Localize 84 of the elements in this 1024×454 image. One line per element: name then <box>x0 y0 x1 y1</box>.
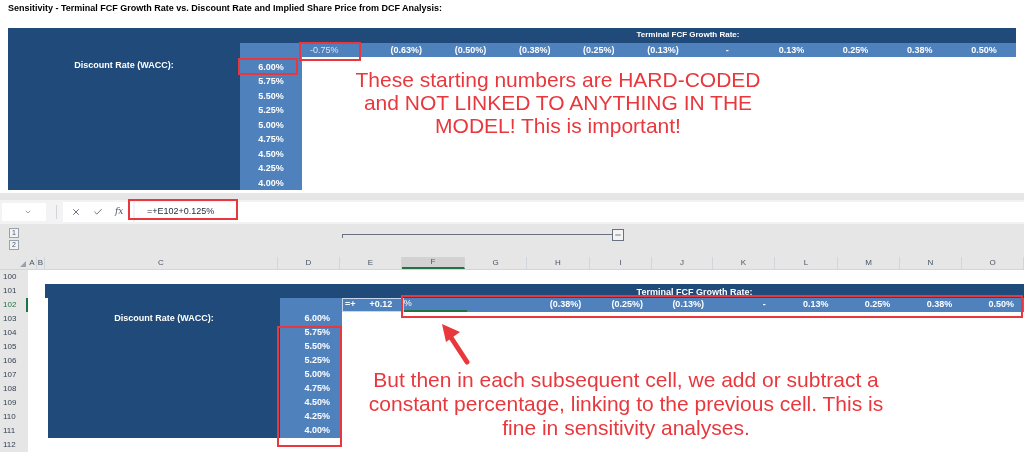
table-cell: - <box>713 298 776 312</box>
table-cell-text: (0.25%) <box>583 43 615 57</box>
table-cell-text: -0.75% <box>310 43 339 57</box>
column-header[interactable]: L <box>775 257 838 269</box>
row-number[interactable]: 106 <box>0 354 28 368</box>
table-cell-text: 0.50% <box>971 43 997 57</box>
table-cell-text: 4.75% <box>258 133 284 146</box>
column-header[interactable]: K <box>713 257 775 269</box>
table-cell-text: (0.13%) <box>647 43 679 57</box>
row-number[interactable]: 100 <box>0 270 28 284</box>
table-cell: 4.25% <box>280 410 342 424</box>
table-cell: 4.00% <box>280 424 342 438</box>
table-cell-text: 6.00% <box>258 60 284 74</box>
table-cell-text: 5.50% <box>258 89 284 103</box>
annotation-text: These starting numbers are HARD-CODED and NOT LINKED TO ANYTHING IN THE MODEL! This is important! <box>354 67 762 137</box>
table-cell: 5.25% <box>280 354 342 368</box>
table-cell: 4.50% <box>280 396 342 410</box>
table-cell: 0.13% <box>775 298 839 312</box>
table-cell: 0.50% <box>962 298 1024 312</box>
table-cell-text: (0.50%) <box>454 43 487 57</box>
table-cell-text: 4.00% <box>258 176 284 190</box>
table-cell-text: 0.13% <box>778 43 805 57</box>
column-header[interactable]: H <box>527 257 590 269</box>
column-header[interactable]: J <box>652 257 713 269</box>
highlight-box <box>238 58 298 75</box>
table-cell: 0.38% <box>900 298 963 312</box>
table-cell <box>280 298 342 312</box>
row-number[interactable]: 107 <box>0 368 28 382</box>
table-cell: 5.00% <box>280 368 342 382</box>
row-number[interactable]: 111 <box>0 424 28 438</box>
column-header[interactable]: C <box>45 257 278 269</box>
row-number[interactable]: 101 <box>0 284 28 298</box>
row-label: Discount Rate (WACC): <box>47 312 281 326</box>
annotation-text: But then in each subsequent cell, we add or subtract a constant percentage, linking to the previous cell. This is fine in sensitivity analyses. <box>367 368 885 440</box>
sheet-title: Sensitivity - Terminal FCF Growth Rate vs. Discount Rate and Implied Share Price from DCF Analysis: <box>8 3 444 14</box>
column-header[interactable]: O <box>962 257 1024 269</box>
column-header[interactable]: F <box>402 257 465 269</box>
column-header[interactable]: A <box>28 257 37 269</box>
row-number[interactable]: 108 <box>0 382 28 396</box>
column-header[interactable]: I <box>590 257 652 269</box>
highlight-box <box>299 42 361 61</box>
table-cell: 0.25% <box>838 298 901 312</box>
table-cell: (0.13%) <box>653 298 714 312</box>
table-header: Terminal FCF Growth Rate: <box>45 284 1024 298</box>
selected-cell: % <box>403 298 467 312</box>
select-all-icon[interactable] <box>20 261 26 267</box>
minus-icon <box>614 231 622 239</box>
column-header[interactable]: B <box>37 257 45 269</box>
table-cell-text: 5.75% <box>258 75 284 88</box>
table-cell: (0.25%) <box>591 298 654 312</box>
table-cell-text: (0.38%) <box>518 43 551 57</box>
table-cell-text: - <box>725 43 729 57</box>
table-cell-text: 5.25% <box>258 104 284 117</box>
collapse-button[interactable] <box>612 229 624 241</box>
table-cell: 6.00% <box>280 312 342 326</box>
insert-function-button[interactable]: fx <box>115 205 124 219</box>
row-number[interactable]: 104 <box>0 326 28 340</box>
row-number[interactable]: 110 <box>0 410 28 424</box>
row-number[interactable]: 102 <box>0 298 28 312</box>
column-header[interactable]: G <box>465 257 527 269</box>
table-cell-text: 0.38% <box>907 43 933 57</box>
column-header[interactable]: M <box>838 257 900 269</box>
cancel-icon[interactable] <box>71 207 81 217</box>
table-cell-text: (0.63%) <box>390 43 423 57</box>
table-cell: 5.50% <box>280 340 342 354</box>
caret-icon <box>24 208 32 216</box>
column-header[interactable]: D <box>278 257 340 269</box>
formula-field[interactable]: =+E102+0.125% <box>135 202 1024 222</box>
check-icon[interactable] <box>93 207 103 217</box>
row-number[interactable]: 105 <box>0 340 28 354</box>
row-label: Discount Rate (WACC): <box>74 60 174 71</box>
column-header[interactable]: N <box>900 257 962 269</box>
table-cell-text: 0.25% <box>842 43 869 57</box>
table-cell-text: 5.00% <box>258 118 284 132</box>
row-number[interactable]: 109 <box>0 396 28 410</box>
table-cell-text: 4.25% <box>258 162 284 175</box>
editing-cell: =+ +0.12 <box>342 298 404 312</box>
table-cell: (0.38%) <box>528 298 592 312</box>
table-cell: 4.75% <box>280 382 342 396</box>
row-number[interactable]: 112 <box>0 438 28 452</box>
table-cell-text: 4.50% <box>258 147 284 161</box>
annotation-arrow <box>440 322 472 366</box>
table-header: Terminal FCF Growth Rate: <box>636 29 740 41</box>
row-number[interactable]: 103 <box>0 312 28 326</box>
